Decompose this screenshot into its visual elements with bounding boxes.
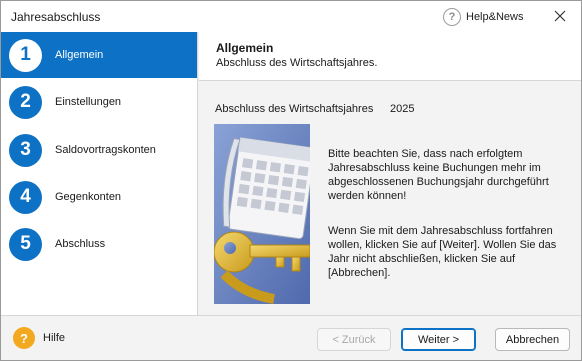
instruction-text: Wenn Sie mit dem Jahresabschluss fortfah… [328, 225, 557, 279]
help-label: Hilfe [43, 332, 66, 344]
main-content: Abschluss des Wirtschaftsjahres 2025 Bit… [199, 80, 581, 315]
window-title: Jahresabschluss [11, 10, 101, 24]
step-number: 3 [9, 133, 42, 167]
wizard-steps-sidebar: 1 Allgemein 2 Einstellungen 3 Saldovortr… [1, 32, 198, 315]
step-label: Einstellungen [55, 96, 122, 108]
back-button[interactable]: < Zurück [317, 328, 391, 351]
next-button[interactable]: Weiter > [401, 328, 476, 351]
dialog-window: Jahresabschluss ? Help&News 1 Allgemein … [0, 0, 582, 361]
page-header: Allgemein Abschluss des Wirtschaftsjahre… [199, 32, 581, 80]
step-allgemein[interactable]: 1 Allgemein [1, 32, 197, 78]
step-label: Gegenkonten [55, 191, 122, 203]
cancel-button[interactable]: Abbrechen [495, 328, 570, 351]
help-button[interactable]: ? Hilfe [13, 327, 65, 349]
step-gegenkonten[interactable]: 4 Gegenkonten [1, 174, 197, 220]
close-icon [554, 10, 566, 22]
fiscal-year-value: 2025 [390, 103, 415, 115]
close-button[interactable] [547, 4, 573, 28]
dialog-footer: ? Hilfe < Zurück Weiter > Abbrechen [1, 315, 581, 360]
warning-text: Bitte beachten Sie, dass nach erfolgtem … [328, 148, 549, 202]
page-subtitle: Abschluss des Wirtschaftsjahres. [216, 57, 378, 69]
step-number: 4 [9, 180, 42, 214]
step-einstellungen[interactable]: 2 Einstellungen [1, 79, 197, 125]
help-icon: ? [13, 327, 35, 349]
help-news-button[interactable]: ? Help&News [443, 7, 523, 27]
page-title: Allgemein [216, 41, 274, 55]
help-news-label: Help&News [466, 11, 524, 23]
step-number: 1 [9, 38, 42, 72]
question-circle-icon: ? [443, 8, 461, 26]
step-saldovortragskonten[interactable]: 3 Saldovortragskonten [1, 127, 197, 173]
calendar-key-illustration [214, 124, 310, 304]
step-label: Saldovortragskonten [55, 144, 156, 156]
step-abschluss[interactable]: 5 Abschluss [1, 221, 197, 267]
step-label: Allgemein [55, 49, 104, 61]
step-label: Abschluss [55, 238, 106, 250]
step-number: 5 [9, 227, 42, 261]
step-number: 2 [9, 85, 42, 119]
title-bar: Jahresabschluss ? Help&News [1, 1, 581, 32]
fiscal-year-label: Abschluss des Wirtschaftsjahres [215, 103, 374, 115]
